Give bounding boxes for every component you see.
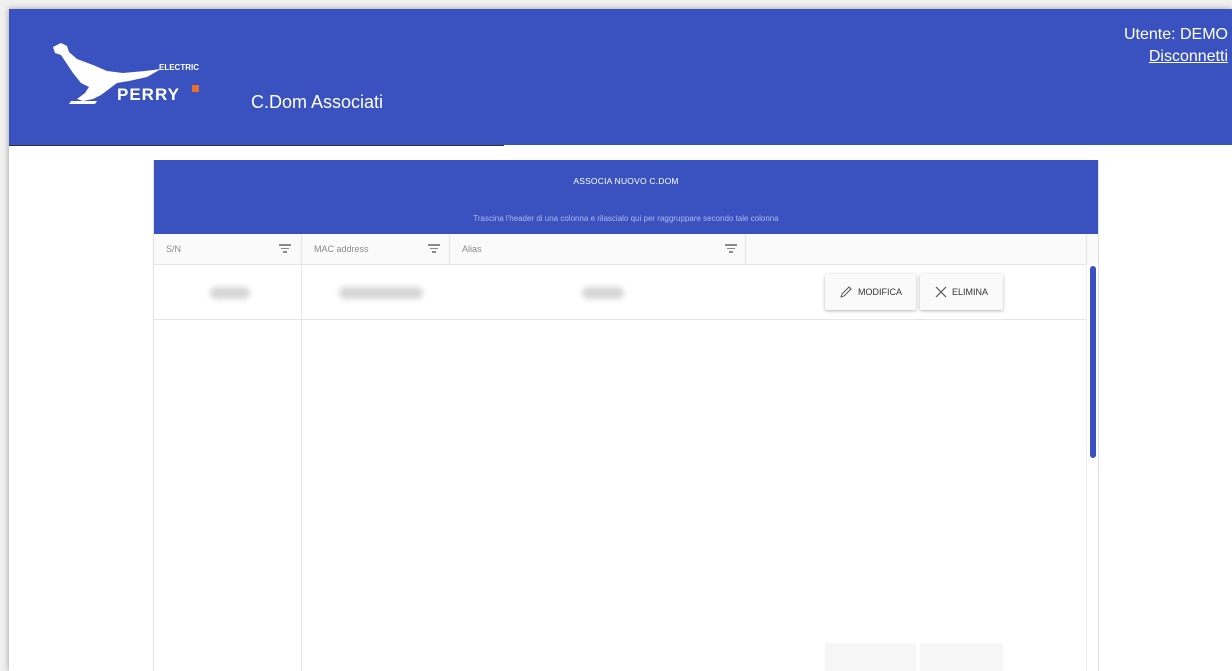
edit-button-label: MODIFICA [858,287,902,297]
app-window: ELECTRIC PERRY C.Dom Associati Utente: D… [9,9,1232,671]
filter-icon[interactable] [279,244,291,254]
svg-text:ELECTRIC: ELECTRIC [159,63,199,72]
svg-text:PERRY: PERRY [117,85,180,104]
close-icon [935,286,947,298]
column-header-mac[interactable]: MAC address [302,234,450,264]
column-label-mac: MAC address [314,244,369,254]
pencil-icon [840,286,852,298]
ghost-button-placeholder [825,643,916,671]
column-header-actions [746,234,1087,264]
cell-alias [582,287,624,299]
edit-button[interactable]: MODIFICA [825,274,916,310]
logout-link[interactable]: Disconnetti [1124,46,1228,68]
header-divider [9,145,504,146]
filter-icon[interactable] [428,244,440,254]
user-label: Utente: DEMO [1123,26,1228,43]
add-new-cdom-button[interactable]: ASSOCIA NUOVO C.DOM [154,176,1098,186]
delete-button[interactable]: ELIMINA [920,274,1003,310]
column-label-alias: Alias [462,244,482,254]
cell-sn [210,287,250,299]
page-title: C.Dom Associati [251,92,384,112]
column-divider [301,265,302,671]
vertical-scrollbar[interactable] [1086,264,1098,671]
column-label-sn: S/N [166,244,182,254]
associations-grid: ASSOCIA NUOVO C.DOM Trascina l'header di… [153,160,1099,671]
grid-header: S/N MAC address Alias [154,234,1098,265]
grid-toolbar: ASSOCIA NUOVO C.DOM Trascina l'header di… [154,160,1098,234]
filter-icon[interactable] [725,244,737,254]
column-header-alias[interactable]: Alias [450,234,746,264]
scrollbar-thumb[interactable] [1090,266,1096,458]
column-header-sn[interactable]: S/N [154,234,302,264]
delete-button-label: ELIMINA [951,287,988,297]
top-bar: ELECTRIC PERRY C.Dom Associati Utente: D… [9,9,1232,145]
perry-logo[interactable]: ELECTRIC PERRY [47,37,207,109]
kangaroo-logo-icon: ELECTRIC PERRY [53,43,199,104]
group-drop-zone[interactable]: Trascina l'header di una colonna e rilas… [154,214,1098,223]
ghost-button-placeholder [920,643,1003,671]
cell-mac [339,287,423,299]
user-box: Utente: DEMO Disconnetti [1124,24,1228,68]
